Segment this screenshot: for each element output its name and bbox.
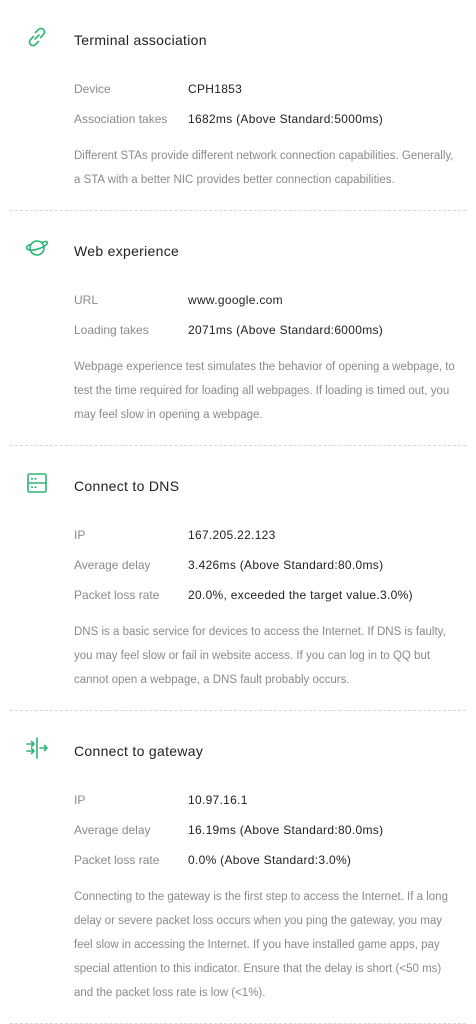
row-label: Average delay: [74, 823, 151, 837]
row-label: URL: [74, 293, 99, 307]
section-header: Connect to DNS: [27, 472, 460, 500]
section-header: Terminal association: [28, 26, 460, 54]
section-description: DNS is a basic service for devices to ac…: [74, 626, 446, 686]
info-row-ip: IP 10.97.16.1: [74, 785, 460, 815]
planet-icon: [25, 240, 49, 256]
info-row-average-delay: Average delay 16.19ms (Above Standard:80…: [74, 815, 460, 845]
server-icon: [27, 473, 47, 493]
row-value: 2071ms (Above Standard:6000ms): [188, 323, 384, 337]
info-row-association-takes: Association takes 1682ms (Above Standard…: [74, 104, 460, 134]
row-label: IP: [74, 793, 86, 807]
section-description: Webpage experience test simulates the be…: [74, 361, 455, 421]
section-connect-dns: Connect to DNS IP 167.205.22.123 Average…: [0, 446, 476, 692]
info-row-packet-loss: Packet loss rate 0.0% (Above Standard:3.…: [74, 845, 460, 875]
link-icon: [28, 27, 46, 47]
row-label: Device: [74, 82, 111, 96]
section-header: Connect to gateway: [26, 737, 460, 765]
row-label: Average delay: [74, 558, 151, 572]
row-label: Packet loss rate: [74, 853, 160, 867]
row-value: 1682ms (Above Standard:5000ms): [188, 112, 384, 126]
row-value: 167.205.22.123: [188, 528, 276, 542]
gateway-icon: [26, 737, 48, 759]
info-row-url: URL www.google.com: [74, 285, 460, 315]
section-title: Connect to gateway: [74, 743, 204, 759]
info-row-device: Device CPH1853: [74, 74, 460, 104]
row-value: CPH1853: [188, 82, 243, 96]
row-value: 3.426ms (Above Standard:80.0ms): [188, 558, 384, 572]
row-value: www.google.com: [188, 293, 283, 307]
section-connect-gateway: Connect to gateway IP 10.97.16.1 Average…: [0, 711, 476, 1005]
row-value: 10.97.16.1: [188, 793, 248, 807]
section-header: Web experience: [25, 237, 460, 265]
info-row-packet-loss: Packet loss rate 20.0%, exceeded the tar…: [74, 580, 460, 610]
row-label: Association takes: [74, 112, 168, 126]
row-label: IP: [74, 528, 86, 542]
section-web-experience: Web experience URL www.google.com Loadin…: [0, 211, 476, 427]
row-value: 16.19ms (Above Standard:80.0ms): [188, 823, 384, 837]
row-label: Packet loss rate: [74, 588, 160, 602]
section-description: Connecting to the gateway is the first s…: [74, 891, 448, 999]
info-row-loading-takes: Loading takes 2071ms (Above Standard:600…: [74, 315, 460, 345]
row-value: 20.0%, exceeded the target value.3.0%): [188, 588, 413, 602]
section-terminal-association: Terminal association Device CPH1853 Asso…: [0, 0, 476, 192]
section-title: Terminal association: [74, 32, 207, 48]
info-row-average-delay: Average delay 3.426ms (Above Standard:80…: [74, 550, 460, 580]
section-title: Connect to DNS: [74, 478, 180, 494]
row-label: Loading takes: [74, 323, 149, 337]
section-title: Web experience: [74, 243, 180, 259]
info-row-ip: IP 167.205.22.123: [74, 520, 460, 550]
section-description: Different STAs provide different network…: [74, 150, 454, 186]
row-value: 0.0% (Above Standard:3.0%): [188, 853, 352, 867]
